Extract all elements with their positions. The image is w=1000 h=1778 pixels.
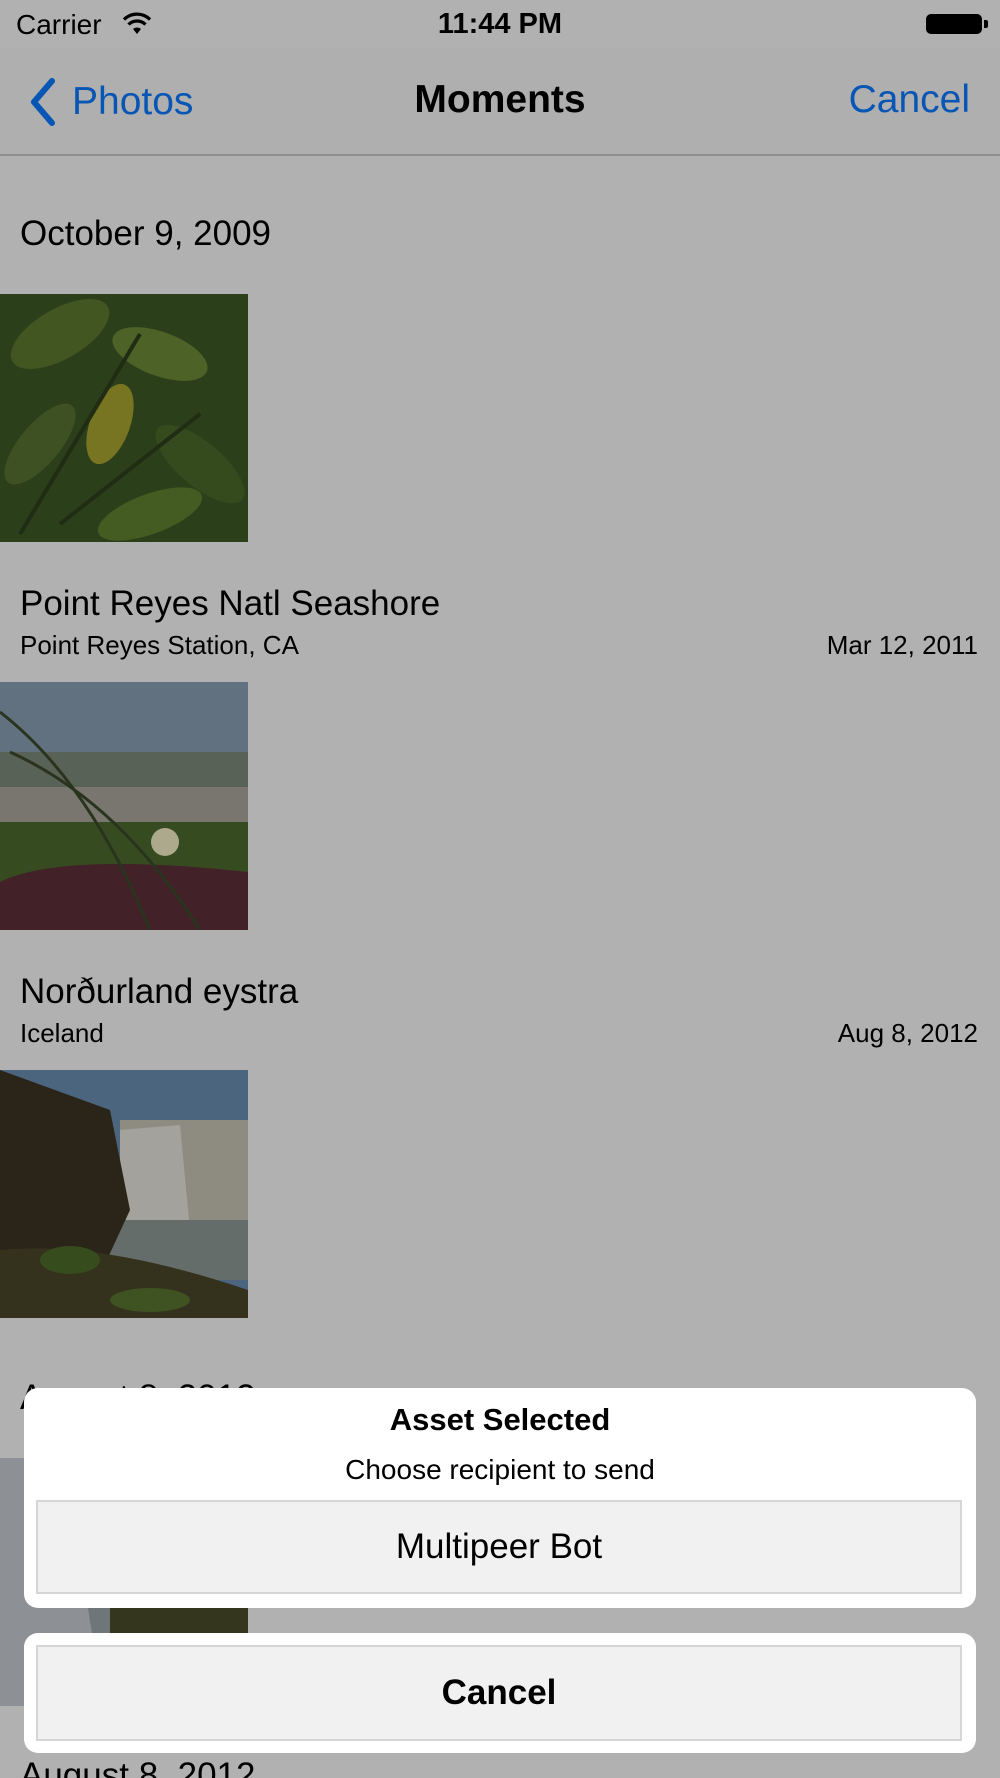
recipient-button-multipeer-bot[interactable]: Multipeer Bot: [36, 1500, 962, 1594]
moments-screen: Carrier 11:44 PM Photos Moments Cancel O…: [0, 0, 1000, 1778]
action-sheet-title: Asset Selected: [389, 1402, 611, 1437]
action-sheet-message: Choose recipient to send: [345, 1454, 655, 1485]
action-sheet-cancel-group: Cancel: [24, 1633, 976, 1753]
action-sheet-cancel-button[interactable]: Cancel: [36, 1645, 962, 1741]
action-sheet: Asset Selected Choose recipient to send …: [24, 1388, 976, 1608]
